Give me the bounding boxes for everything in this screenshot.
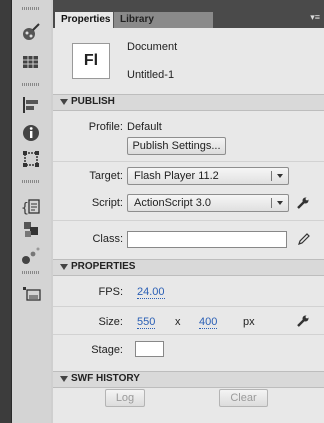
tab-properties[interactable]: Properties (55, 12, 113, 28)
chevron-down-icon (277, 201, 283, 205)
tool-strip: { (11, 0, 51, 423)
grid-icon[interactable] (20, 51, 42, 73)
section-title: SWF HISTORY (71, 373, 140, 384)
document-type-label: Document (127, 41, 178, 53)
publish-section-header[interactable]: PUBLISH (53, 94, 324, 111)
stage-label: Stage: (91, 344, 123, 356)
class-label: Class: (92, 233, 123, 245)
collapse-triangle-icon[interactable] (60, 264, 68, 270)
code-snippets-icon[interactable]: { (20, 196, 42, 218)
size-x-separator: x (175, 316, 181, 328)
pencil-icon[interactable] (297, 232, 311, 246)
grip-handle[interactable] (22, 180, 40, 183)
scene-icon[interactable] (20, 283, 42, 305)
size-label: Size: (98, 316, 123, 328)
width-value[interactable]: 550 (137, 316, 156, 329)
profile-value: Default (127, 121, 162, 133)
collapse-triangle-icon[interactable] (60, 99, 68, 105)
align-icon[interactable] (20, 94, 42, 116)
section-title: PROPERTIES (71, 261, 136, 272)
wrench-icon[interactable] (296, 196, 310, 210)
fps-value[interactable]: 24.00 (137, 286, 165, 299)
section-title: PUBLISH (71, 96, 115, 107)
fps-label: FPS: (98, 286, 123, 298)
clear-button[interactable]: Clear (219, 389, 268, 407)
collapse-triangle-icon[interactable] (60, 376, 68, 382)
grip-handle[interactable] (22, 271, 40, 274)
log-button[interactable]: Log (105, 389, 145, 407)
dropdown-separator (271, 171, 272, 181)
swf-history-section-header[interactable]: SWF HISTORY (53, 371, 324, 388)
script-label: Script: (91, 197, 123, 209)
tab-bar: Properties Library ▾≡ (53, 0, 324, 28)
document-name: Untitled-1 (127, 69, 175, 81)
divider (53, 306, 324, 307)
panel-menu-icon[interactable]: ▾≡ (310, 12, 320, 23)
document-icon: Fl (72, 43, 110, 79)
properties-panel: Properties Library ▾≡ Fl Document Untitl… (53, 0, 324, 423)
transform-icon[interactable] (20, 148, 42, 170)
script-value: ActionScript 3.0 (134, 197, 212, 209)
components-icon[interactable] (20, 219, 42, 241)
dropdown-separator (271, 198, 272, 208)
grip-handle[interactable] (22, 83, 40, 86)
height-value[interactable]: 400 (199, 316, 218, 329)
divider (53, 161, 324, 162)
stage-color-swatch[interactable] (135, 341, 164, 357)
divider (53, 220, 324, 221)
class-input[interactable] (127, 231, 287, 248)
profile-label: Profile: (88, 121, 123, 133)
target-dropdown[interactable]: Flash Player 11.2 (127, 167, 289, 185)
publish-settings-button[interactable]: Publish Settings... (127, 137, 226, 155)
divider (53, 334, 324, 335)
grip-handle[interactable] (22, 7, 40, 10)
chevron-down-icon (277, 174, 283, 178)
wrench-icon[interactable] (296, 314, 310, 328)
info-icon[interactable] (20, 122, 42, 144)
tab-library[interactable]: Library (113, 12, 213, 28)
target-value: Flash Player 11.2 (134, 170, 219, 182)
brush-icon[interactable] (20, 22, 42, 44)
target-label: Target: (89, 170, 123, 182)
motion-presets-icon[interactable] (20, 244, 42, 266)
properties-section-header[interactable]: PROPERTIES (53, 259, 324, 276)
svg-text:{: { (21, 201, 29, 216)
script-dropdown[interactable]: ActionScript 3.0 (127, 194, 289, 212)
size-unit: px (243, 316, 255, 328)
